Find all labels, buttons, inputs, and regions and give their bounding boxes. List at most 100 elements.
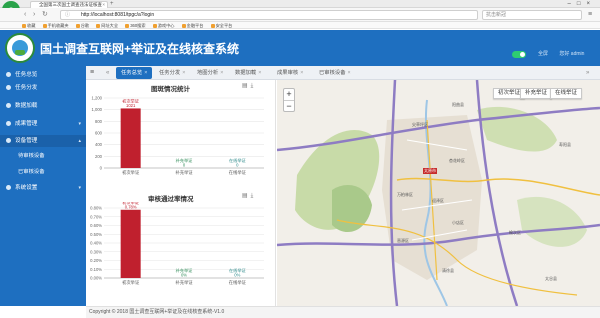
sidebar-item-data-load[interactable]: 数据加载	[0, 100, 86, 112]
zoom-out-button[interactable]: −	[284, 100, 294, 111]
results-icon	[6, 121, 11, 126]
sidebar-item-settings[interactable]: 系统设置 ▾	[0, 182, 86, 194]
fullscreen-link[interactable]: 全屏	[538, 51, 548, 57]
chart-toolbox: ▤⤓	[242, 82, 256, 90]
tabs-next-icon[interactable]: »	[586, 66, 589, 80]
map-label: 太原市	[423, 168, 437, 174]
tab-map-analysis[interactable]: 地图分析 ×	[192, 67, 228, 79]
x-tick-label: 补充举证	[175, 169, 193, 176]
tab-label: 数据加载	[235, 70, 257, 76]
bookmark-icon	[22, 23, 26, 28]
bookmark-icon	[96, 23, 101, 28]
map-label: 寿阳县	[559, 142, 571, 147]
sidebar-item-task-dispatch[interactable]: 任务分发	[0, 82, 86, 94]
tab-label: 已审核设备	[319, 70, 346, 76]
sidebar-item-task-overview[interactable]: 任务总览	[0, 69, 86, 81]
bookmark-item[interactable]: 游戏中心	[152, 23, 175, 28]
zoom-control: + −	[283, 88, 295, 112]
user-menu[interactable]: 您好 admin	[559, 51, 584, 57]
tab-task-dispatch[interactable]: 任务分发 ×	[154, 67, 190, 79]
bar[interactable]	[120, 108, 141, 168]
bookmark-item[interactable]: 网址大全	[96, 23, 118, 28]
close-tab-icon[interactable]: ×	[348, 70, 351, 76]
browser-search-placeholder: 抗击新冠	[486, 12, 507, 18]
map-view[interactable]: + − 初次举证 补充举证 在线举证 太原市 迎泽区 杏花岭区 小店区 尖草坪区…	[277, 80, 600, 306]
browser-search-input[interactable]: 抗击新冠	[482, 10, 582, 20]
bookmark-item[interactable]: 手机收藏夹	[42, 23, 69, 28]
tab-label: 成果审核	[277, 70, 299, 76]
data-label: 0%	[234, 273, 240, 278]
close-tab-icon[interactable]: ×	[300, 70, 303, 76]
bookmark-item[interactable]: 安全平台	[210, 23, 232, 28]
browser-menu-icon[interactable]: ≡	[588, 10, 592, 20]
y-tick-label: 0.00%	[90, 276, 102, 281]
y-tick-label: 0.30%	[90, 249, 102, 254]
bookmark-item[interactable]: 360搜索	[125, 23, 146, 28]
tab-title: 全国第三次国土调查违法证核查	[39, 2, 102, 7]
app-header: 国土调查互联网+举证及在线核查系统 全屏 您好 admin	[0, 30, 600, 66]
data-view-icon[interactable]: ▤	[242, 83, 251, 89]
tab-task-overview[interactable]: 任务总览 ×	[116, 67, 153, 79]
y-tick-label: 0.50%	[90, 232, 102, 237]
bar[interactable]	[120, 209, 141, 278]
y-tick-label: 1,000	[92, 107, 103, 112]
new-tab-icon[interactable]: +	[110, 1, 114, 7]
y-tick-label: 800	[95, 119, 103, 124]
map-label: 杏花岭区	[449, 158, 465, 163]
sidebar-item-label: 已审核设备	[18, 169, 45, 175]
map-label: 阳曲县	[452, 102, 464, 107]
app-logo	[5, 33, 35, 63]
x-tick-label: 在线举证	[229, 169, 247, 176]
y-tick-label: 0.10%	[90, 267, 102, 272]
url-input[interactable]: ⓘ http://localhost:8081/tpgc/a?login	[60, 10, 478, 20]
close-tab-icon[interactable]: ×	[258, 70, 261, 76]
bookmark-item[interactable]: 金融平台	[181, 23, 203, 28]
footer: Copyright © 2018 国土调查互联网+举证及在线核查系统-V1.0	[86, 306, 600, 318]
logo-land	[15, 50, 25, 55]
x-tick-label: 补充举证	[175, 279, 193, 286]
close-tab-icon[interactable]: ×	[182, 70, 185, 76]
map-label: 太谷县	[545, 276, 557, 281]
download-icon[interactable]: ⤓	[251, 193, 257, 199]
y-tick-label: 600	[95, 131, 103, 136]
y-tick-label: 0	[100, 166, 103, 171]
tab-result-review[interactable]: 成果审核 ×	[272, 67, 308, 79]
map-label: 迎泽区	[432, 198, 444, 203]
sidebar-item-label: 数据加载	[15, 103, 38, 109]
x-tick-label: 在线举证	[229, 279, 247, 286]
refresh-icon[interactable]: ↻	[42, 10, 48, 20]
download-icon[interactable]: ⤓	[251, 83, 257, 89]
sidebar-subitem-reviewed-devices[interactable]: 已审核设备	[0, 166, 86, 178]
back-icon[interactable]: ‹	[24, 10, 26, 20]
y-tick-label: 0.20%	[90, 258, 102, 263]
theme-toggle[interactable]	[512, 51, 526, 58]
window-controls[interactable]: –□×	[568, 0, 596, 8]
close-tab-icon[interactable]: ×	[220, 70, 223, 76]
copyright-text: Copyright © 2018 国土调查互联网+举证及在线核查系统-V1.0	[89, 309, 225, 315]
sidebar-item-results[interactable]: 成果管理 ▾	[0, 118, 86, 130]
data-view-icon[interactable]: ▤	[242, 193, 251, 199]
bookmark-item[interactable]: 收藏	[22, 23, 35, 28]
filter-online-proof-button[interactable]: 在线举证	[550, 88, 583, 99]
tab-label: 任务分发	[159, 70, 181, 76]
filter-supplement-proof-button[interactable]: 补充举证	[520, 88, 553, 99]
bookmark-item[interactable]: 谷歌	[75, 23, 89, 28]
forward-icon[interactable]: ›	[33, 10, 35, 20]
url-text: http://localhost:8081/tpgc/a?login	[81, 12, 155, 18]
chevron-up-icon: ▴	[78, 138, 81, 144]
map-label: 小店区	[452, 220, 464, 225]
chevron-down-icon: ▾	[78, 121, 81, 127]
menu-toggle-icon[interactable]: ≡	[90, 66, 94, 80]
bookmark-icon	[181, 23, 186, 28]
tabs-prev-icon[interactable]: «	[106, 66, 109, 80]
browser-tab[interactable]: 全国第三次国土调查违法证核查 ×	[30, 1, 108, 8]
sidebar-item-devices[interactable]: 设备管理 ▴	[0, 135, 86, 147]
tab-reviewed-devices[interactable]: 已审核设备 ×	[314, 67, 356, 79]
data-label: 0%	[181, 273, 187, 278]
approval-rate-bar-chart: 0.00% 0.10% 0.20% 0.30% 0.40% 0.50% 0.60% 0.70%…	[90, 202, 264, 286]
sidebar-subitem-pending-devices[interactable]: 待审核设备	[0, 150, 86, 162]
close-tab-icon[interactable]: ×	[144, 70, 147, 76]
tab-data-load[interactable]: 数据加载 ×	[230, 67, 266, 79]
data-label: 0	[236, 163, 239, 168]
zoom-in-button[interactable]: +	[284, 89, 294, 100]
